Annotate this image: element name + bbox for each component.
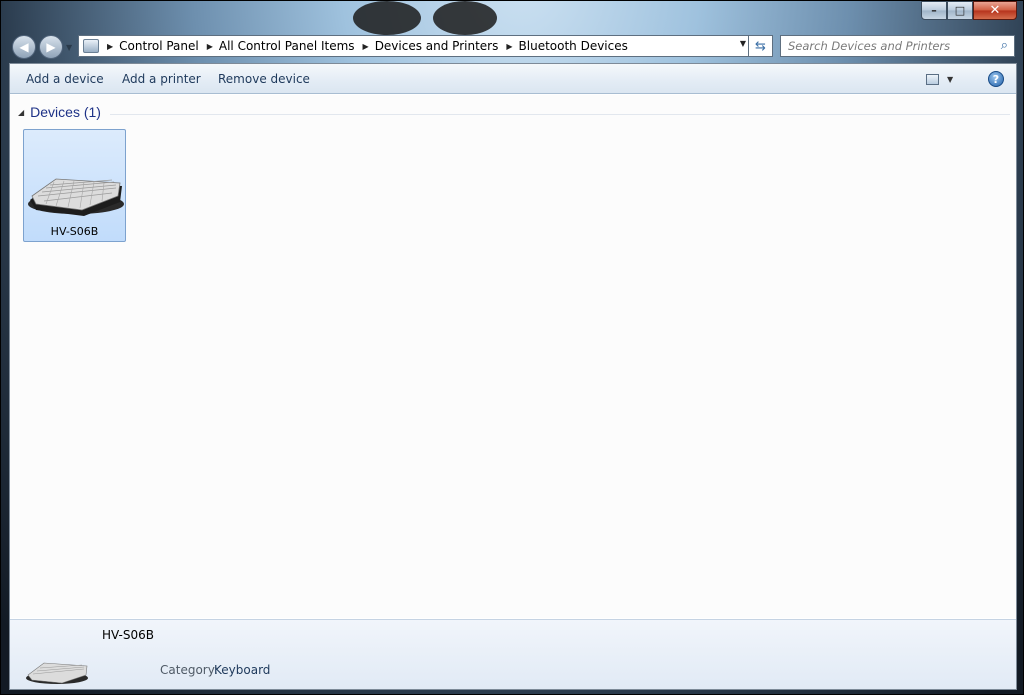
- forward-button[interactable]: ▶: [39, 35, 63, 59]
- refresh-icon: ⇆: [755, 38, 766, 54]
- caption-buttons: – □ ✕: [921, 1, 1017, 21]
- breadcrumb-control-panel[interactable]: Control Panel: [119, 39, 199, 53]
- details-category-value: Keyboard: [214, 663, 271, 677]
- devices-view: ◢ Devices (1) HV-S06B: [10, 95, 1016, 618]
- details-device-name: HV-S06B: [102, 628, 154, 642]
- back-arrow-icon: ◀: [19, 40, 29, 54]
- device-label: HV-S06B: [50, 225, 99, 238]
- keyboard-icon: [28, 178, 124, 216]
- collapse-triangle-icon[interactable]: ◢: [18, 108, 24, 117]
- group-divider: [110, 114, 1010, 115]
- change-view-button[interactable]: ▼: [926, 72, 960, 87]
- add-device-button[interactable]: Add a device: [26, 72, 104, 86]
- remove-device-button[interactable]: Remove device: [218, 72, 310, 86]
- add-printer-button[interactable]: Add a printer: [122, 72, 201, 86]
- control-panel-icon: [83, 39, 99, 53]
- chevron-down-icon[interactable]: ▼: [947, 75, 953, 84]
- group-header-devices[interactable]: ◢ Devices (1): [18, 104, 101, 120]
- details-pane: HV-S06B Category: Keyboard: [10, 619, 1016, 689]
- address-history-dropdown[interactable]: ▼: [740, 39, 746, 48]
- chevron-right-icon[interactable]: ▶: [107, 42, 113, 51]
- close-button[interactable]: ✕: [973, 1, 1017, 20]
- search-input[interactable]: [788, 39, 993, 53]
- explorer-client-area: Add a device Add a printer Remove device…: [9, 63, 1017, 690]
- breadcrumb-bluetooth-devices[interactable]: Bluetooth Devices: [519, 39, 628, 53]
- details-category-label: Category:: [160, 663, 218, 677]
- group-title: Devices (1): [30, 104, 101, 120]
- view-icon: [926, 74, 939, 85]
- search-box: ⌕: [780, 35, 1015, 57]
- refresh-button[interactable]: ⇆: [749, 35, 773, 57]
- wallpaper-shape: [433, 1, 497, 35]
- forward-arrow-icon: ▶: [46, 40, 56, 54]
- chevron-right-icon[interactable]: ▶: [506, 42, 512, 51]
- device-tile[interactable]: HV-S06B: [23, 129, 126, 242]
- command-bar: Add a device Add a printer Remove device…: [10, 64, 1016, 94]
- recent-pages-dropdown[interactable]: ▼: [66, 43, 72, 52]
- address-bar[interactable]: ▶ Control Panel ▶ All Control Panel Item…: [78, 35, 749, 57]
- help-icon: ?: [992, 72, 1000, 86]
- chevron-right-icon[interactable]: ▶: [207, 42, 213, 51]
- maximize-button[interactable]: □: [947, 1, 973, 20]
- window-frame: – □ ✕ ◀ ▶ ▼ ▶ Control Panel ▶ All Contro…: [0, 0, 1024, 695]
- breadcrumb-devices-printers[interactable]: Devices and Printers: [375, 39, 499, 53]
- back-button[interactable]: ◀: [12, 35, 36, 59]
- keyboard-icon: [26, 662, 88, 684]
- wallpaper-shape: [353, 1, 421, 35]
- breadcrumb-all-items[interactable]: All Control Panel Items: [219, 39, 355, 53]
- chevron-right-icon[interactable]: ▶: [363, 42, 369, 51]
- search-icon[interactable]: ⌕: [1001, 38, 1008, 53]
- help-button[interactable]: ?: [988, 71, 1004, 87]
- minimize-button[interactable]: –: [921, 1, 947, 20]
